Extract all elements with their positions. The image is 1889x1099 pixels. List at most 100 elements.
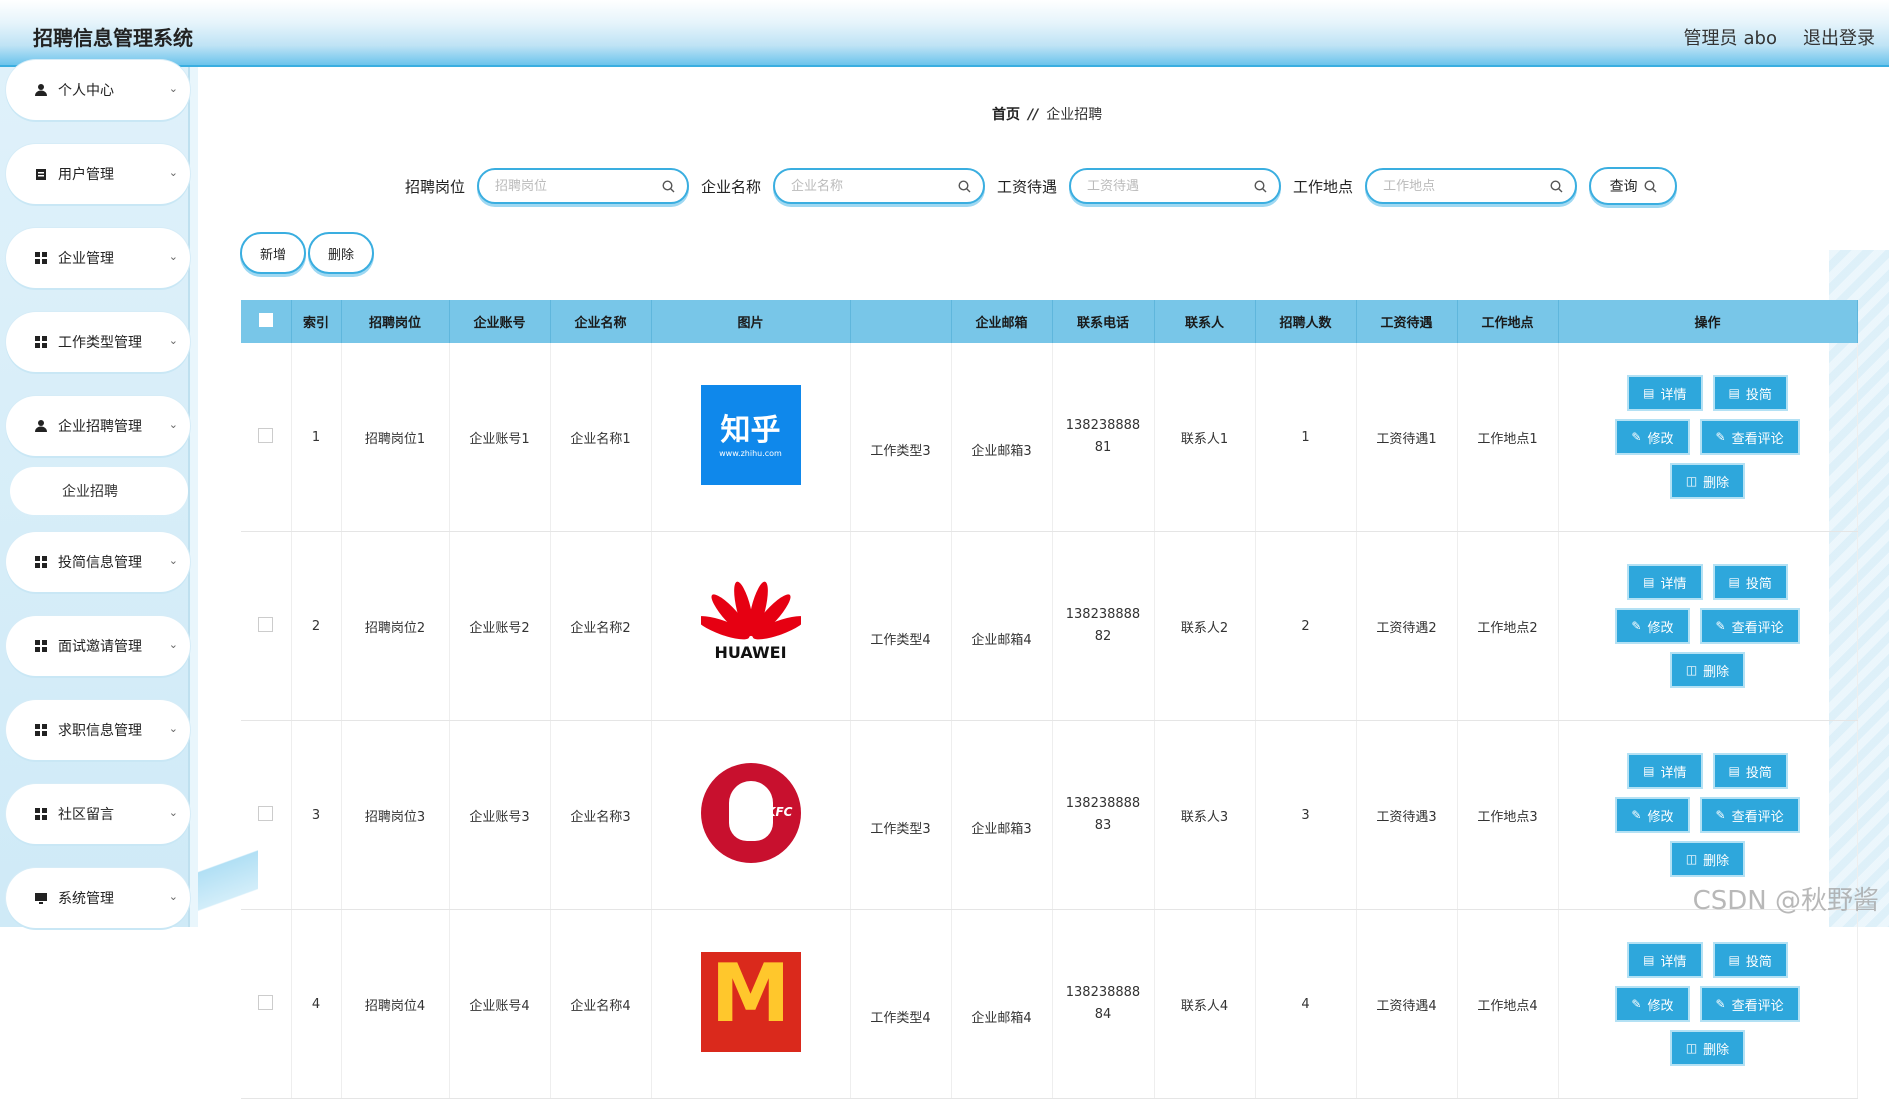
user-icon xyxy=(34,83,48,97)
cell-job-type: 工作类型4 xyxy=(850,531,952,721)
delete-row-button[interactable]: ◫ 删除 xyxy=(1671,654,1744,686)
search-icon xyxy=(1550,179,1563,193)
cell-salary: 工资待遇1 xyxy=(1356,343,1458,532)
edit-button[interactable]: ✎ 修改 xyxy=(1617,610,1688,642)
grid-icon xyxy=(34,807,48,821)
sidebar-item-2[interactable]: 用户管理 ⌄ xyxy=(6,144,190,204)
sidebar-item-7[interactable]: 面试邀请管理 ⌄ xyxy=(6,616,190,676)
detail-button[interactable]: ▤ 详情 xyxy=(1629,566,1701,598)
cell-contact: 联系人2 xyxy=(1154,531,1256,721)
search-bar: 招聘岗位 企业名称 工资待遇 工作地点 查询 xyxy=(405,166,1678,206)
detail-button[interactable]: ▤ 详情 xyxy=(1629,944,1701,976)
sidebar-item-3[interactable]: 企业管理 ⌄ xyxy=(6,228,190,288)
delete-row-button[interactable]: ◫ 删除 xyxy=(1671,843,1744,875)
search-field-2[interactable] xyxy=(773,168,986,204)
sidebar-item-6[interactable]: 投简信息管理 ⌄ xyxy=(6,532,190,592)
row-checkbox[interactable] xyxy=(258,805,274,821)
grid-icon xyxy=(34,723,48,737)
document-icon: ▤ xyxy=(1728,953,1740,967)
detail-button[interactable]: ▤ 详情 xyxy=(1629,377,1701,409)
view-comments-button[interactable]: ✎ 查看评论 xyxy=(1701,988,1798,1020)
clipboard-icon xyxy=(34,167,48,181)
cell-account: 企业账号1 xyxy=(449,343,551,532)
chevron-down-icon: ⌄ xyxy=(168,722,178,735)
cell-index: 4 xyxy=(291,909,342,1099)
search-icon xyxy=(958,179,971,193)
search-field-4[interactable] xyxy=(1365,168,1578,204)
search-field-3[interactable] xyxy=(1069,168,1282,204)
cell-company: 企业名称4 xyxy=(550,909,652,1099)
cell-email: 企业邮箱3 xyxy=(951,343,1053,532)
add-button[interactable]: 新增 xyxy=(240,232,306,274)
sidebar-scrollbar[interactable] xyxy=(188,67,198,927)
breadcrumb-home[interactable]: 首页 xyxy=(992,107,1020,123)
search-input[interactable] xyxy=(789,177,959,195)
cell-position: 招聘岗位3 xyxy=(341,720,450,910)
cell-headcount: 1 xyxy=(1255,343,1357,532)
grid-icon xyxy=(34,251,48,265)
cell-position: 招聘岗位2 xyxy=(341,531,450,721)
query-button[interactable]: 查询 xyxy=(1589,167,1678,205)
row-checkbox[interactable] xyxy=(258,616,274,632)
view-comments-button[interactable]: ✎ 查看评论 xyxy=(1701,421,1798,453)
cell-actions: ▤ 详情 ▤ 投简 ✎ 修改 ✎ 查看评论 ◫ 删除 xyxy=(1558,909,1858,1099)
detail-button[interactable]: ▤ 详情 xyxy=(1629,755,1701,787)
cell-image: KFC xyxy=(651,720,851,910)
sidebar-item-4[interactable]: 工作类型管理 ⌄ xyxy=(6,312,190,372)
cell-email: 企业邮箱3 xyxy=(951,720,1053,910)
cell-image: M xyxy=(651,909,851,1099)
search-icon xyxy=(662,179,675,193)
view-comments-button[interactable]: ✎ 查看评论 xyxy=(1701,799,1798,831)
sidebar-item-label: 投简信息管理 xyxy=(58,555,142,571)
sidebar-item-10[interactable]: 系统管理 ⌄ xyxy=(6,868,190,928)
cell-headcount: 2 xyxy=(1255,531,1357,721)
delete-row-button[interactable]: ◫ 删除 xyxy=(1671,1032,1744,1064)
sidebar-item-5[interactable]: 企业招聘管理 ⌄ xyxy=(6,396,190,456)
submit-resume-button[interactable]: ▤ 投简 xyxy=(1714,944,1786,976)
edit-button[interactable]: ✎ 修改 xyxy=(1617,988,1688,1020)
bulk-delete-button[interactable]: 删除 xyxy=(308,232,374,274)
current-user: 管理员 abo xyxy=(1684,24,1777,50)
cell-headcount: 4 xyxy=(1255,909,1357,1099)
table-row: 3 招聘岗位3 企业账号3 企业名称3 KFC 工作类型3 企业邮箱3 13823888883… xyxy=(241,720,1858,910)
search-input[interactable] xyxy=(1085,177,1255,195)
sidebar-subitem-recruitment[interactable]: 企业招聘 xyxy=(10,467,188,515)
column-header: 招聘岗位 xyxy=(341,300,450,343)
document-icon: ▤ xyxy=(1728,575,1740,589)
row-select-cell xyxy=(241,343,292,532)
sidebar-item-9[interactable]: 社区留言 ⌄ xyxy=(6,784,190,844)
delete-row-button[interactable]: ◫ 删除 xyxy=(1671,465,1744,497)
breadcrumb-separator: // xyxy=(1028,107,1039,123)
cell-job-type: 工作类型3 xyxy=(850,720,952,910)
search-field-1[interactable] xyxy=(477,168,690,204)
document-icon: ▤ xyxy=(1643,575,1655,589)
submit-resume-button[interactable]: ▤ 投简 xyxy=(1714,377,1786,409)
submit-resume-button[interactable]: ▤ 投简 xyxy=(1714,755,1786,787)
grid-icon xyxy=(34,639,48,653)
edit-icon: ✎ xyxy=(1715,808,1726,822)
row-select-cell xyxy=(241,531,292,721)
sidebar-item-label: 系统管理 xyxy=(58,891,114,907)
cell-company: 企业名称3 xyxy=(550,720,652,910)
chevron-down-icon: ⌄ xyxy=(168,638,178,651)
submit-resume-button[interactable]: ▤ 投简 xyxy=(1714,566,1786,598)
search-input[interactable] xyxy=(1381,177,1551,195)
select-all-checkbox[interactable] xyxy=(258,312,273,327)
breadcrumb: 首页 // 企业招聘 xyxy=(992,104,1102,124)
cell-account: 企业账号2 xyxy=(449,531,551,721)
mcdonalds-logo: M xyxy=(700,952,801,1052)
sidebar-item-1[interactable]: 个人中心 ⌄ xyxy=(6,60,190,120)
search-label-4: 工作地点 xyxy=(1293,177,1354,196)
edit-button[interactable]: ✎ 修改 xyxy=(1617,799,1688,831)
logout-link[interactable]: 退出登录 xyxy=(1803,24,1875,50)
view-comments-button[interactable]: ✎ 查看评论 xyxy=(1701,610,1798,642)
document-icon: ▤ xyxy=(1643,386,1655,400)
search-label-3: 工资待遇 xyxy=(997,177,1058,196)
row-checkbox[interactable] xyxy=(258,427,274,443)
search-input[interactable] xyxy=(493,177,663,195)
cell-location: 工作地点4 xyxy=(1457,909,1559,1099)
edit-button[interactable]: ✎ 修改 xyxy=(1617,421,1688,453)
sidebar-item-8[interactable]: 求职信息管理 ⌄ xyxy=(6,700,190,760)
table-row: 4 招聘岗位4 企业账号4 企业名称4 M 工作类型4 企业邮箱4 13823888884 联系… xyxy=(241,909,1858,1099)
row-checkbox[interactable] xyxy=(258,994,274,1010)
